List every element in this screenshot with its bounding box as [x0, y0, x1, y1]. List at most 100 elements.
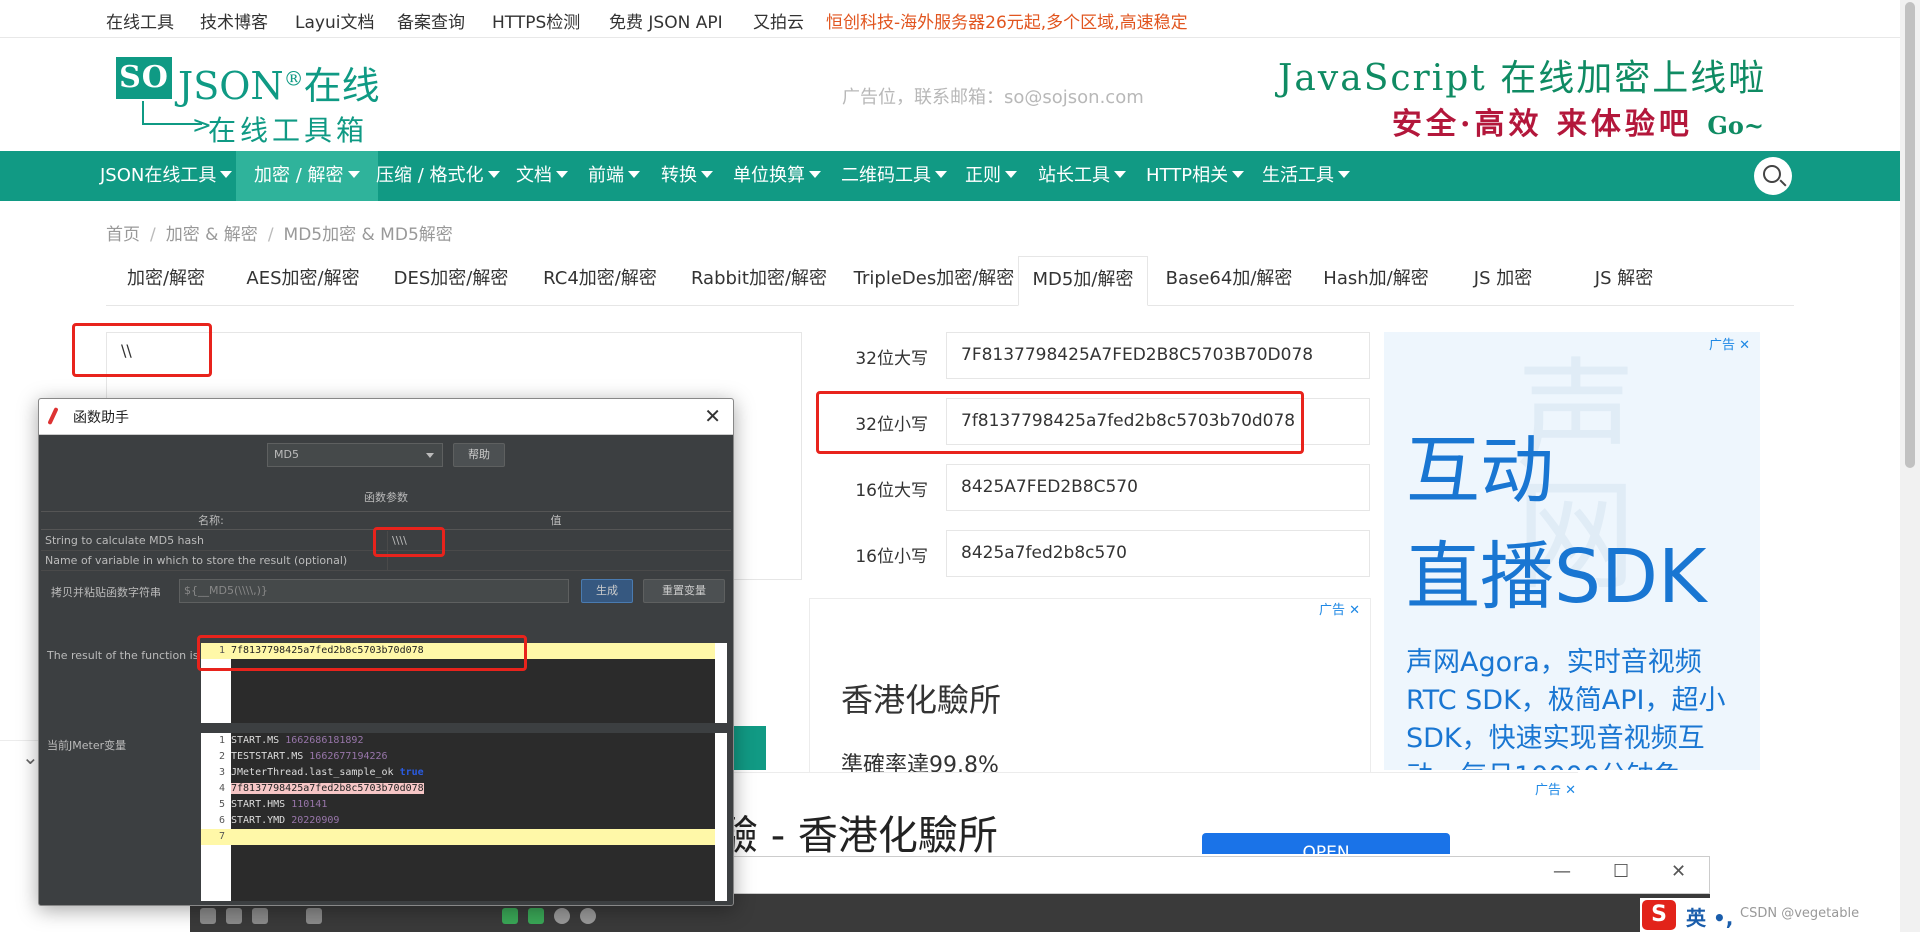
toolbar-icon[interactable]: [226, 908, 242, 924]
col-header-name: 名称:: [41, 512, 381, 530]
toolbar-icon[interactable]: [200, 908, 216, 924]
background-window: — ☐ ✕: [724, 856, 1710, 894]
result-label: The result of the function is: [47, 649, 199, 662]
tab-crypto[interactable]: 加密/解密: [106, 256, 226, 306]
chevron-down-icon: [1338, 171, 1350, 178]
var-line: 7: [201, 829, 727, 845]
scrollbar-thumb[interactable]: [1905, 2, 1915, 468]
toolbar-icon[interactable]: [252, 908, 268, 924]
result-label-16-lower: 16位小写: [855, 547, 928, 567]
ad-open-button[interactable]: OPEN: [1202, 833, 1450, 854]
close-icon[interactable]: ✕: [704, 404, 721, 428]
tab-tripledes[interactable]: TripleDes加密/解密: [846, 256, 1022, 306]
param-name: String to calculate MD5 hash: [41, 531, 387, 551]
stop-icon[interactable]: [580, 908, 596, 924]
watermark: CSDN @vegetable: [1740, 906, 1860, 921]
annotation-box-param: [373, 527, 445, 557]
var-line: 4 7f8137798425a7fed2b8c5703b70d078: [218, 783, 424, 794]
stop-icon[interactable]: [554, 908, 570, 924]
chevron-down-icon: [487, 171, 500, 178]
nav-item-docs[interactable]: 文档: [516, 151, 568, 201]
tab-aes[interactable]: AES加密/解密: [232, 256, 374, 306]
logo-json: JSON®在线: [178, 64, 380, 108]
breadcrumb: 首页 / 加密 & 解密 / MD5加密 & MD5解密: [106, 225, 453, 245]
nav-item-qrcode[interactable]: 二维码工具: [841, 151, 947, 201]
copy-label: 拷贝并粘贴函数字符串: [51, 586, 161, 599]
top-link-blog[interactable]: 技术博客: [200, 8, 268, 33]
close-icon[interactable]: ✕: [1349, 603, 1360, 618]
tab-rabbit[interactable]: Rabbit加密/解密: [678, 256, 840, 306]
top-link-upyun[interactable]: 又拍云: [753, 8, 804, 33]
var-line: 2 TESTSTART.MS 1662677194226: [218, 751, 388, 762]
top-link-icp[interactable]: 备案查询: [397, 8, 465, 33]
close-icon[interactable]: ✕: [1671, 861, 1686, 882]
nav-item-crypto[interactable]: 加密 / 解密: [236, 151, 378, 201]
page-scrollbar[interactable]: [1900, 0, 1920, 932]
generate-button[interactable]: 生成: [581, 579, 633, 603]
param-name: Name of variable in which to store the r…: [41, 551, 387, 571]
reset-vars-button[interactable]: 重置变量: [643, 579, 725, 603]
ad-tag[interactable]: 广告 ✕: [1535, 779, 1576, 798]
header-banner-line1[interactable]: JavaScript 在线加密上线啦: [1278, 49, 1766, 101]
nav-item-regex[interactable]: 正则: [965, 151, 1017, 201]
top-link-layui[interactable]: Layui文档: [295, 8, 374, 33]
nav-item-units[interactable]: 单位换算: [733, 151, 821, 201]
top-link-promo[interactable]: 恒创科技-海外服务器26元起,多个区域,高速稳定: [826, 8, 1188, 33]
function-string-field[interactable]: ${__MD5(\\\\,)}: [179, 579, 569, 603]
result-field-16-upper[interactable]: 8425A7FED2B8C570: [946, 464, 1370, 511]
tab-base64[interactable]: Base64加/解密: [1154, 256, 1304, 306]
chevron-down-icon: [935, 171, 947, 178]
site-header: SO JSON®在线 在线工具箱 广告位，联系邮箱：so@sojson.com …: [0, 39, 1900, 151]
breadcrumb-crypto[interactable]: 加密 & 解密: [166, 225, 258, 245]
chevron-down-icon: ⌄: [22, 745, 39, 769]
chevron-down-icon: [347, 171, 360, 178]
close-icon[interactable]: ✕: [1565, 783, 1576, 798]
tab-js-encrypt[interactable]: JS 加密: [1448, 256, 1558, 306]
function-select[interactable]: MD5: [267, 443, 443, 467]
ad-bottom[interactable]: 广告 ✕ 驗 - 香港化驗所 OPEN: [608, 772, 1578, 854]
maximize-icon[interactable]: ☐: [1613, 861, 1629, 882]
breadcrumb-home[interactable]: 首页: [106, 225, 140, 245]
header-banner-line2[interactable]: 安全·高效 来体验吧 Go~: [1392, 99, 1764, 143]
nav-item-life[interactable]: 生活工具: [1262, 151, 1350, 201]
top-link-bar: 在线工具 技术博客 Layui文档 备案查询 HTTPS检测 免费 JSON A…: [0, 0, 1900, 38]
minimize-icon[interactable]: —: [1553, 861, 1571, 882]
ime-status[interactable]: S 英 •, CSDN @vegetable: [1640, 898, 1900, 932]
result-field-16-lower[interactable]: 8425a7fed2b8c570: [946, 530, 1370, 577]
nav-item-http[interactable]: HTTP相关: [1146, 151, 1245, 201]
ad-right-headline: 互动 直播SDK: [1406, 428, 1707, 620]
search-button[interactable]: [1754, 157, 1792, 195]
nav-item-frontend[interactable]: 前端: [588, 151, 640, 201]
top-link-tools[interactable]: 在线工具: [106, 8, 174, 33]
ad-middle[interactable]: 广告 ✕ 香港化驗所 準確率達99.8%: [809, 598, 1371, 773]
chevron-down-icon: [1114, 171, 1126, 178]
play-icon[interactable]: [502, 908, 518, 924]
toolbar-icon[interactable]: [306, 908, 322, 924]
annotation-box-input: [72, 323, 212, 377]
feather-icon: [47, 406, 59, 426]
ad-right[interactable]: 声网 广告 ✕ 互动 直播SDK 声网Agora，实时音视频RTC SDK，极简A…: [1384, 332, 1760, 770]
tab-des[interactable]: DES加密/解密: [380, 256, 522, 306]
nav-item-json[interactable]: JSON在线工具: [100, 151, 233, 201]
tab-hash[interactable]: Hash加/解密: [1310, 256, 1442, 306]
nav-item-format[interactable]: 压缩 / 格式化: [376, 151, 500, 201]
header-ad-text: 广告位，联系邮箱：so@sojson.com: [842, 87, 1144, 108]
play-icon[interactable]: [528, 908, 544, 924]
top-link-json-api[interactable]: 免费 JSON API: [609, 8, 723, 33]
nav-item-webmaster[interactable]: 站长工具: [1038, 151, 1126, 201]
close-icon[interactable]: ✕: [1739, 338, 1750, 353]
tab-md5[interactable]: MD5加/解密: [1018, 256, 1148, 306]
result-field-32-upper[interactable]: 7F8137798425A7FED2B8C5703B70D078: [946, 332, 1370, 379]
main-nav: JSON在线工具 加密 / 解密 压缩 / 格式化 文档 前端 转换 单位换算 …: [0, 151, 1900, 201]
site-logo[interactable]: SO JSON®在线 在线工具箱: [112, 53, 380, 147]
help-button[interactable]: 帮助: [453, 443, 505, 467]
sogou-icon: S: [1642, 900, 1676, 930]
ad-right-text: 声网Agora，实时音视频RTC SDK，极简API，超小SDK，快速实现音视频…: [1406, 647, 1726, 770]
vars-editor[interactable]: 1 START.MS 1662686181892 2 TESTSTART.MS 16…: [201, 733, 727, 901]
top-link-https[interactable]: HTTPS检测: [492, 8, 580, 33]
nav-item-convert[interactable]: 转换: [661, 151, 713, 201]
tab-rc4[interactable]: RC4加密/解密: [528, 256, 672, 306]
ad-tag[interactable]: 广告 ✕: [1319, 599, 1360, 618]
tab-js-decrypt[interactable]: JS 解密: [1564, 256, 1684, 306]
ad-tag[interactable]: 广告 ✕: [1709, 334, 1750, 353]
